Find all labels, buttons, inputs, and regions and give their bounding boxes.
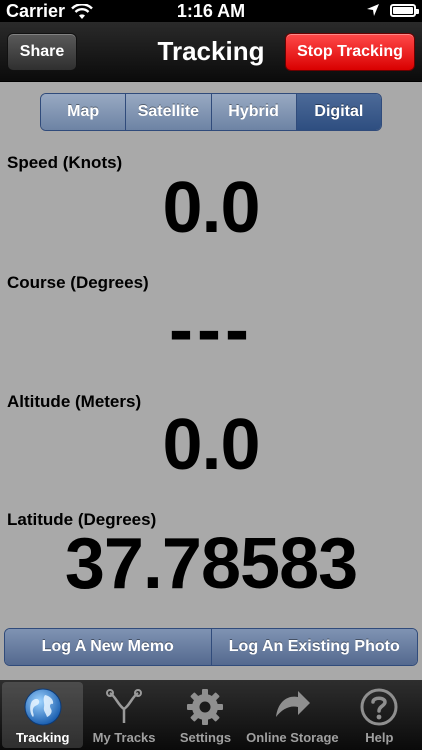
- stop-tracking-button[interactable]: Stop Tracking: [285, 33, 415, 71]
- help-icon: [357, 685, 401, 729]
- battery-icon: [390, 3, 419, 17]
- tab-help-label: Help: [365, 730, 394, 745]
- course-value: ---: [169, 290, 253, 370]
- tab-my-tracks[interactable]: My Tracks: [83, 682, 164, 748]
- segment-digital[interactable]: Digital: [296, 94, 381, 130]
- segment-hybrid[interactable]: Hybrid: [211, 94, 297, 130]
- speed-value: 0.0: [162, 168, 260, 248]
- status-indicators: [366, 3, 419, 17]
- tab-tracking-label: Tracking: [15, 730, 70, 745]
- segment-satellite[interactable]: Satellite: [126, 94, 212, 130]
- altitude-value: 0.0: [162, 405, 260, 485]
- location-arrow-icon: [367, 4, 379, 16]
- tab-online-storage[interactable]: Online Storage: [246, 682, 339, 748]
- log-actions: Log A New Memo Log An Existing Photo: [4, 628, 418, 666]
- tab-settings[interactable]: Settings: [165, 682, 246, 748]
- tracks-icon: [102, 685, 146, 729]
- navigation-bar: Share Tracking Stop Tracking: [0, 22, 422, 82]
- tab-online-storage-label: Online Storage: [246, 730, 339, 745]
- upload-arrow-icon: [270, 685, 314, 729]
- latitude-value: 37.78583: [64, 524, 358, 604]
- tab-my-tracks-label: My Tracks: [92, 730, 156, 745]
- tab-help[interactable]: Help: [339, 682, 420, 748]
- map-mode-segmented-control: Map Satellite Hybrid Digital: [40, 93, 382, 131]
- tab-tracking[interactable]: Tracking: [2, 682, 84, 748]
- globe-icon: [21, 685, 65, 729]
- status-time: 1:16 AM: [176, 1, 246, 21]
- log-existing-photo-button[interactable]: Log An Existing Photo: [211, 629, 417, 665]
- tab-bar: Tracking My Tracks Settings Online Stora…: [0, 680, 422, 750]
- segment-map[interactable]: Map: [41, 94, 127, 130]
- status-bar: Carrier 1:16 AM: [0, 0, 422, 22]
- gear-icon: [183, 685, 227, 729]
- share-button[interactable]: Share: [7, 33, 77, 71]
- log-new-memo-button[interactable]: Log A New Memo: [5, 629, 212, 665]
- tab-settings-label: Settings: [179, 730, 232, 745]
